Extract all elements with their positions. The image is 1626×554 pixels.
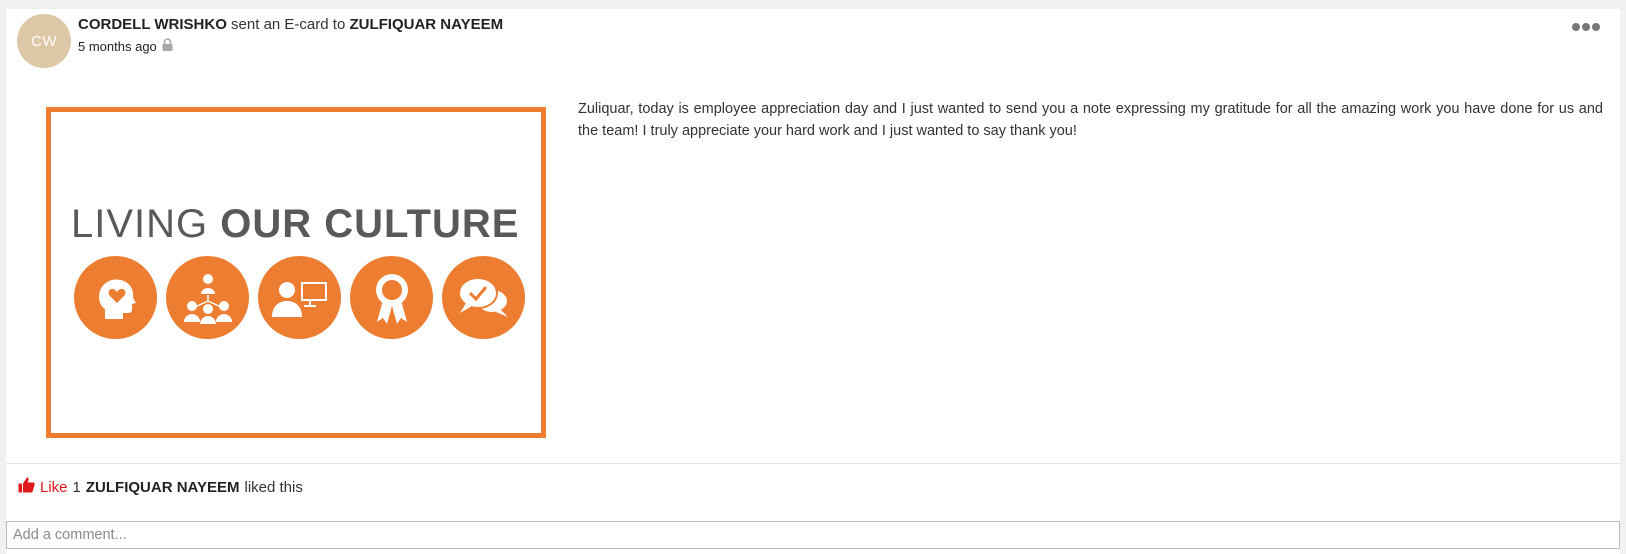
liker-name[interactable]: ZULFIQUAR NAYEEM: [86, 479, 240, 496]
post-meta: 5 months ago: [78, 38, 173, 54]
recipient-name[interactable]: ZULFIQUAR NAYEEM: [349, 16, 503, 33]
post-headline: CORDELL WRISHKO sent an E-card to ZULFIQ…: [78, 16, 503, 33]
timestamp[interactable]: 5 months ago: [78, 39, 157, 54]
lock-icon: [162, 38, 173, 54]
more-options-button[interactable]: [1572, 19, 1600, 35]
ecard-title-bold: OUR CULTURE: [220, 202, 520, 246]
team-network-icon: [166, 256, 249, 339]
liked-suffix: liked this: [244, 478, 303, 496]
ecard-post: CW CORDELL WRISHKO sent an E-card to ZUL…: [6, 9, 1620, 554]
ellipsis-icon: [1572, 23, 1580, 31]
head-heart-icon: [74, 256, 157, 339]
ecard-image[interactable]: LIVING OUR CULTURE: [46, 107, 546, 438]
avatar[interactable]: CW: [17, 14, 71, 68]
chat-check-icon: [442, 256, 525, 339]
award-ribbon-icon: [350, 256, 433, 339]
person-computer-icon: [258, 256, 341, 339]
like-count: 1: [72, 478, 81, 496]
ecard-icon-row: [74, 256, 525, 339]
sender-name[interactable]: CORDELL WRISHKO: [78, 16, 227, 33]
thumbs-up-icon: [18, 477, 35, 497]
action-text: sent an E-card to: [226, 16, 350, 33]
like-label: Like: [40, 478, 68, 496]
ecard-title: LIVING OUR CULTURE: [71, 202, 518, 247]
ecard-message: Zuliquar, today is employee appreciation…: [578, 101, 1603, 139]
divider: [6, 463, 1620, 464]
like-button[interactable]: Like: [18, 477, 68, 497]
ecard-title-light: LIVING: [71, 202, 221, 246]
comment-input[interactable]: [6, 521, 1620, 549]
like-row: Like 1 ZULFIQUAR NAYEEM liked this: [18, 477, 303, 497]
